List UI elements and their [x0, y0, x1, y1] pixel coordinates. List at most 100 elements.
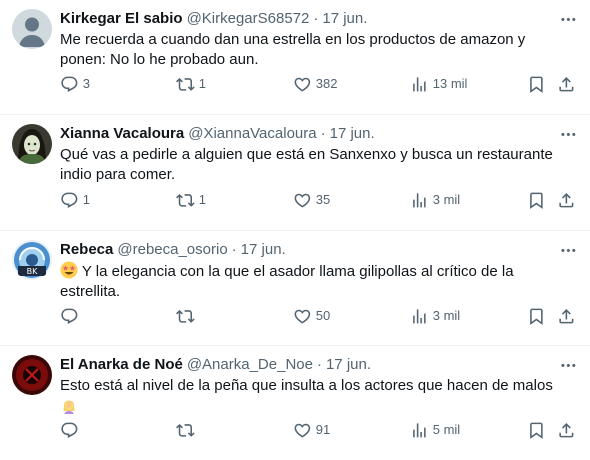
tweet[interactable]: Kirkegar El sabio @KirkegarS68572 · 17 j… — [0, 0, 590, 115]
tweet-content: Xianna Vacaloura @XiannaVacaloura · 17 j… — [60, 124, 578, 185]
views-button[interactable]: 3 mil — [410, 191, 460, 210]
user-handle[interactable]: @Anarka_De_Noe — [187, 355, 313, 375]
tweet[interactable]: Xianna Vacaloura @XiannaVacaloura · 17 j… — [0, 115, 590, 231]
reply-button[interactable] — [60, 307, 83, 326]
reply-button[interactable]: 3 — [60, 75, 90, 94]
tweet-header: Xianna Vacaloura @XiannaVacaloura · 17 j… — [60, 124, 578, 144]
user-handle[interactable]: @KirkegarS68572 — [187, 9, 310, 29]
tweet-text: Me recuerda a cuando dan una estrella en… — [60, 31, 526, 68]
woman-facepalming-emoji — [63, 400, 75, 414]
tweet-header: Kirkegar El sabio @KirkegarS68572 · 17 j… — [60, 9, 578, 29]
reply-button[interactable] — [60, 421, 83, 440]
reply-icon — [60, 75, 79, 94]
like-icon — [293, 75, 312, 94]
timestamp[interactable]: 17 jun. — [322, 9, 367, 29]
retweet-button[interactable]: 1 — [176, 75, 206, 94]
timestamp[interactable]: 17 jun. — [326, 355, 371, 375]
bookmark-button[interactable] — [527, 421, 546, 440]
tweet-text: Qué vas a pedirle a alguien que está en … — [60, 146, 553, 183]
views-button[interactable]: 3 mil — [410, 307, 460, 326]
share-icon — [557, 307, 576, 326]
retweet-icon — [176, 191, 195, 210]
bookmark-icon — [527, 75, 546, 94]
bookmark-icon — [527, 307, 546, 326]
retweet-button[interactable] — [176, 307, 199, 326]
bookmark-button[interactable] — [527, 75, 546, 94]
display-name[interactable]: El Anarka de Noé — [60, 355, 183, 375]
like-button[interactable]: 382 — [293, 75, 337, 94]
retweet-button[interactable]: 1 — [176, 191, 206, 210]
bookmark-icon — [527, 191, 546, 210]
like-button[interactable]: 50 — [293, 307, 330, 326]
views-count: 13 mil — [432, 76, 468, 92]
views-icon — [410, 191, 429, 210]
svg-text:BK: BK — [27, 267, 38, 276]
action-bar: 1 1 35 3 mil — [60, 191, 578, 211]
separator-dot: · — [313, 10, 319, 27]
views-icon — [410, 307, 429, 326]
share-button[interactable] — [557, 75, 576, 94]
avatar[interactable] — [12, 124, 52, 164]
star-struck-emoji — [60, 261, 78, 279]
reply-button[interactable]: 1 — [60, 191, 90, 210]
display-name[interactable]: Xianna Vacaloura — [60, 124, 184, 144]
tweet-content: Kirkegar El sabio @KirkegarS68572 · 17 j… — [60, 9, 578, 70]
tweet-content: Rebeca @rebeca_osorio · 17 jun. Y la ele… — [60, 240, 578, 302]
share-button[interactable] — [557, 421, 576, 440]
retweet-button[interactable] — [176, 421, 199, 440]
action-bar: 91 5 mil — [60, 421, 578, 441]
reply-icon — [60, 191, 79, 210]
timestamp[interactable]: 17 jun. — [241, 240, 286, 260]
share-icon — [557, 421, 576, 440]
like-count: 382 — [315, 76, 338, 92]
avatar[interactable]: BK — [12, 240, 52, 280]
views-count: 3 mil — [432, 192, 461, 208]
views-button[interactable]: 5 mil — [410, 421, 460, 440]
like-count: 35 — [315, 192, 331, 208]
tweet[interactable]: BK Rebeca @rebeca_osorio · 17 jun. Y la … — [0, 231, 590, 346]
avatar[interactable] — [12, 355, 52, 395]
reply-icon — [60, 307, 79, 326]
retweet-icon — [176, 75, 195, 94]
reply-icon — [60, 421, 79, 440]
views-count: 5 mil — [432, 422, 461, 438]
tweet-text-body: Esto está al nivel de la peña que insult… — [60, 377, 553, 394]
avatar[interactable] — [12, 9, 52, 49]
separator-dot: · — [320, 125, 326, 142]
bookmark-button[interactable] — [527, 191, 546, 210]
action-bar: 50 3 mil — [60, 307, 578, 327]
separator-dot: · — [231, 241, 237, 258]
user-handle[interactable]: @XiannaVacaloura — [188, 124, 316, 144]
share-button[interactable] — [557, 191, 576, 210]
tweet-text: Esto está al nivel de la peña que insult… — [60, 376, 578, 417]
bookmark-icon — [527, 421, 546, 440]
share-icon — [557, 75, 576, 94]
more-icon[interactable] — [558, 124, 578, 144]
display-name[interactable]: Kirkegar El sabio — [60, 9, 183, 29]
like-icon — [293, 307, 312, 326]
more-icon[interactable] — [558, 355, 578, 375]
display-name[interactable]: Rebeca — [60, 240, 113, 260]
views-icon — [410, 421, 429, 440]
retweet-icon — [176, 307, 195, 326]
more-icon[interactable] — [558, 9, 578, 29]
views-icon — [410, 75, 429, 94]
reply-count: 1 — [82, 192, 90, 208]
like-count: 50 — [315, 308, 331, 324]
views-button[interactable]: 13 mil — [410, 75, 467, 94]
tweet-text: Y la elegancia con la que el asador llam… — [60, 261, 578, 302]
like-button[interactable]: 91 — [293, 421, 330, 440]
share-button[interactable] — [557, 307, 576, 326]
like-button[interactable]: 35 — [293, 191, 330, 210]
like-icon — [293, 191, 312, 210]
reply-count: 3 — [82, 76, 90, 92]
user-handle[interactable]: @rebeca_osorio — [117, 240, 227, 260]
retweet-count: 1 — [198, 192, 206, 208]
like-count: 91 — [315, 422, 331, 438]
more-icon[interactable] — [558, 240, 578, 260]
timestamp[interactable]: 17 jun. — [330, 124, 375, 144]
bookmark-button[interactable] — [527, 307, 546, 326]
tweet[interactable]: El Anarka de Noé @Anarka_De_Noe · 17 jun… — [0, 346, 590, 460]
tweet-content: El Anarka de Noé @Anarka_De_Noe · 17 jun… — [60, 355, 578, 417]
views-count: 3 mil — [432, 308, 461, 324]
